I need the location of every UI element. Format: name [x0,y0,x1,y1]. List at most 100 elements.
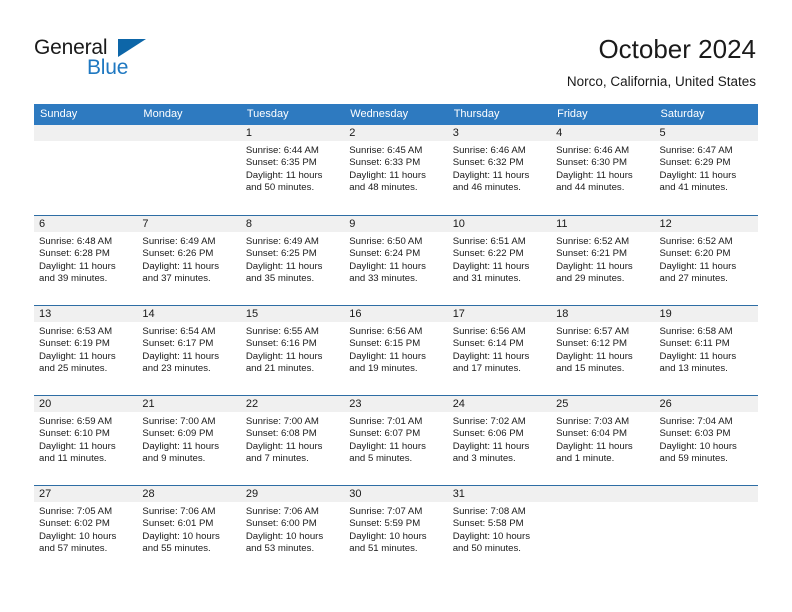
sunset-text: Sunset: 6:01 PM [142,518,214,530]
day-cell-11[interactable]: 11 Sunrise: 6:52 AM Sunset: 6:21 PM Dayligh… [551,216,655,305]
day-cell-12[interactable]: 12 Sunrise: 6:52 AM Sunset: 6:20 PM Dayligh… [654,216,758,305]
day-cell-28[interactable]: 28 Sunrise: 7:06 AM Sunset: 6:01 PM Dayligh… [137,486,241,575]
daylight-text: Daylight: 10 hours and 55 minutes. [142,530,220,555]
day-sun-info: Sunrise: 6:56 AM Sunset: 6:15 PM Daylight:… [344,322,447,375]
daylight-text: Daylight: 11 hours and 37 minutes. [142,260,220,285]
day-sun-info: Sunrise: 6:49 AM Sunset: 6:26 PM Daylight:… [137,232,240,285]
day-cell-17[interactable]: 17 Sunrise: 6:56 AM Sunset: 6:14 PM Dayligh… [447,306,552,395]
day-number: 19 [654,306,758,322]
day-cell-26[interactable]: 26 Sunrise: 7:04 AM Sunset: 6:03 PM Dayligh… [654,396,758,485]
sunset-text: Sunset: 6:19 PM [39,338,110,350]
day-number: 7 [137,216,241,232]
day-cell-13[interactable]: 13 Sunrise: 6:53 AM Sunset: 6:19 PM Dayligh… [34,306,138,395]
day-sun-info: Sunrise: 7:06 AM Sunset: 6:00 PM Daylight:… [241,502,344,555]
sunset-text: Sunset: 6:12 PM [556,338,628,350]
day-cell-7[interactable]: 7 Sunrise: 6:49 AM Sunset: 6:26 PM Daylight… [137,216,241,305]
general-blue-logo[interactable]: General Blue [34,36,174,82]
daylight-text: Daylight: 11 hours and 9 minutes. [142,440,220,465]
weekday-header-friday: Friday [557,108,588,120]
day-number: 22 [240,396,345,412]
weekday-header-sunday: Sunday [40,108,78,120]
sunrise-text: Sunrise: 6:50 AM [349,236,423,247]
day-cell-31[interactable]: 31 Sunrise: 7:08 AM Sunset: 5:58 PM Dayligh… [447,486,552,575]
day-cell-30[interactable]: 30 Sunrise: 7:07 AM Sunset: 5:59 PM Dayligh… [344,486,448,575]
day-cell-21[interactable]: 21 Sunrise: 7:00 AM Sunset: 6:09 PM Dayligh… [137,396,241,485]
sunset-text: Sunset: 6:04 PM [556,428,628,440]
day-sun-info: Sunrise: 6:46 AM Sunset: 6:30 PM Daylight:… [551,141,654,194]
day-cell-15[interactable]: 15 Sunrise: 6:55 AM Sunset: 6:16 PM Dayligh… [240,306,345,395]
sunset-text: Sunset: 6:24 PM [349,248,421,260]
day-cell-27[interactable]: 27 Sunrise: 7:05 AM Sunset: 6:02 PM Dayligh… [34,486,138,575]
sunrise-text: Sunrise: 6:46 AM [452,145,526,156]
day-cell-19[interactable]: 19 Sunrise: 6:58 AM Sunset: 6:11 PM Dayligh… [654,306,758,395]
daylight-text: Daylight: 11 hours and 48 minutes. [349,169,426,194]
day-cell-18[interactable]: 18 Sunrise: 6:57 AM Sunset: 6:12 PM Dayligh… [551,306,655,395]
day-sun-info: Sunrise: 7:04 AM Sunset: 6:03 PM Daylight:… [655,412,758,465]
daylight-text: Daylight: 11 hours and 23 minutes. [142,350,220,375]
day-cell-3[interactable]: 3 Sunrise: 6:46 AM Sunset: 6:32 PM Daylight… [447,125,552,214]
sunrise-text: Sunrise: 6:49 AM [142,236,216,247]
day-cell-14[interactable]: 14 Sunrise: 6:54 AM Sunset: 6:17 PM Dayligh… [137,306,241,395]
day-sun-info: Sunrise: 6:52 AM Sunset: 6:21 PM Daylight:… [551,232,654,285]
sunset-text: Sunset: 6:17 PM [142,338,214,350]
daylight-text: Daylight: 11 hours and 46 minutes. [452,169,530,194]
day-cell-1[interactable]: 1 Sunrise: 6:44 AM Sunset: 6:35 PM Daylight… [240,125,345,214]
day-sun-info: Sunrise: 6:50 AM Sunset: 6:24 PM Daylight:… [344,232,447,285]
sunrise-text: Sunrise: 6:52 AM [659,236,733,247]
day-number: 30 [344,486,448,502]
daylight-text: Daylight: 11 hours and 29 minutes. [556,260,633,285]
day-cell-24[interactable]: 24 Sunrise: 7:02 AM Sunset: 6:06 PM Dayligh… [447,396,552,485]
day-number [654,486,758,502]
day-number [34,125,138,141]
sunset-text: Sunset: 6:11 PM [659,338,730,350]
day-number: 5 [654,125,758,141]
day-cell-25[interactable]: 25 Sunrise: 7:03 AM Sunset: 6:04 PM Dayligh… [551,396,655,485]
day-cell-8[interactable]: 8 Sunrise: 6:49 AM Sunset: 6:25 PM Daylight… [240,216,345,305]
day-number: 26 [654,396,758,412]
day-number: 14 [137,306,241,322]
day-cell-5[interactable]: 5 Sunrise: 6:47 AM Sunset: 6:29 PM Daylight… [654,125,758,214]
sunset-text: Sunset: 6:29 PM [659,157,731,169]
calendar-weeks: 1 Sunrise: 6:44 AM Sunset: 6:35 PM Daylight… [34,125,758,575]
day-cell-2[interactable]: 2 Sunrise: 6:45 AM Sunset: 6:33 PM Daylight… [344,125,448,214]
sunrise-text: Sunrise: 7:08 AM [452,506,526,517]
day-cell-29[interactable]: 29 Sunrise: 7:06 AM Sunset: 6:00 PM Dayligh… [240,486,345,575]
daylight-text: Daylight: 11 hours and 7 minutes. [245,440,323,465]
day-sun-info: Sunrise: 6:51 AM Sunset: 6:22 PM Daylight:… [448,232,551,285]
day-cell-10[interactable]: 10 Sunrise: 6:51 AM Sunset: 6:22 PM Dayligh… [447,216,552,305]
daylight-text: Daylight: 10 hours and 59 minutes. [659,440,737,465]
day-number: 29 [240,486,345,502]
sunrise-text: Sunrise: 7:00 AM [142,416,216,427]
day-number: 11 [551,216,655,232]
sunset-text: Sunset: 6:35 PM [245,157,317,169]
day-cell-empty [654,486,758,575]
day-number: 25 [551,396,655,412]
day-number: 4 [551,125,655,141]
day-cell-9[interactable]: 9 Sunrise: 6:50 AM Sunset: 6:24 PM Daylight… [344,216,448,305]
day-sun-info: Sunrise: 7:06 AM Sunset: 6:01 PM Daylight:… [137,502,240,555]
sunset-text: Sunset: 6:07 PM [349,428,421,440]
sunrise-text: Sunrise: 6:56 AM [452,326,526,337]
daylight-text: Daylight: 11 hours and 15 minutes. [556,350,633,375]
day-cell-22[interactable]: 22 Sunrise: 7:00 AM Sunset: 6:08 PM Dayligh… [240,396,345,485]
sunrise-text: Sunrise: 6:55 AM [245,326,319,337]
day-sun-info: Sunrise: 6:55 AM Sunset: 6:16 PM Daylight:… [241,322,344,375]
sunrise-text: Sunrise: 6:49 AM [245,236,319,247]
weekday-header-monday: Monday [143,108,183,120]
day-sun-info: Sunrise: 6:54 AM Sunset: 6:17 PM Daylight:… [137,322,240,375]
page-header: General Blue October 2024 Norco, Califor… [0,0,792,104]
sunrise-text: Sunrise: 6:51 AM [452,236,526,247]
day-number: 13 [34,306,138,322]
daylight-text: Daylight: 11 hours and 31 minutes. [452,260,530,285]
sunset-text: Sunset: 6:26 PM [142,248,214,260]
sunrise-text: Sunrise: 6:58 AM [659,326,733,337]
day-cell-16[interactable]: 16 Sunrise: 6:56 AM Sunset: 6:15 PM Dayligh… [344,306,448,395]
calendar-week-row: 13 Sunrise: 6:53 AM Sunset: 6:19 PM Dayligh… [34,305,758,395]
day-cell-23[interactable]: 23 Sunrise: 7:01 AM Sunset: 6:07 PM Dayligh… [344,396,448,485]
day-cell-6[interactable]: 6 Sunrise: 6:48 AM Sunset: 6:28 PM Daylight… [34,216,138,305]
day-cell-20[interactable]: 20 Sunrise: 6:59 AM Sunset: 6:10 PM Dayligh… [34,396,138,485]
day-cell-4[interactable]: 4 Sunrise: 6:46 AM Sunset: 6:30 PM Daylight… [551,125,655,214]
daylight-text: Daylight: 11 hours and 25 minutes. [39,350,116,375]
calendar-page: General Blue October 2024 Norco, Califor… [0,0,792,612]
sunrise-text: Sunrise: 7:04 AM [659,416,733,427]
